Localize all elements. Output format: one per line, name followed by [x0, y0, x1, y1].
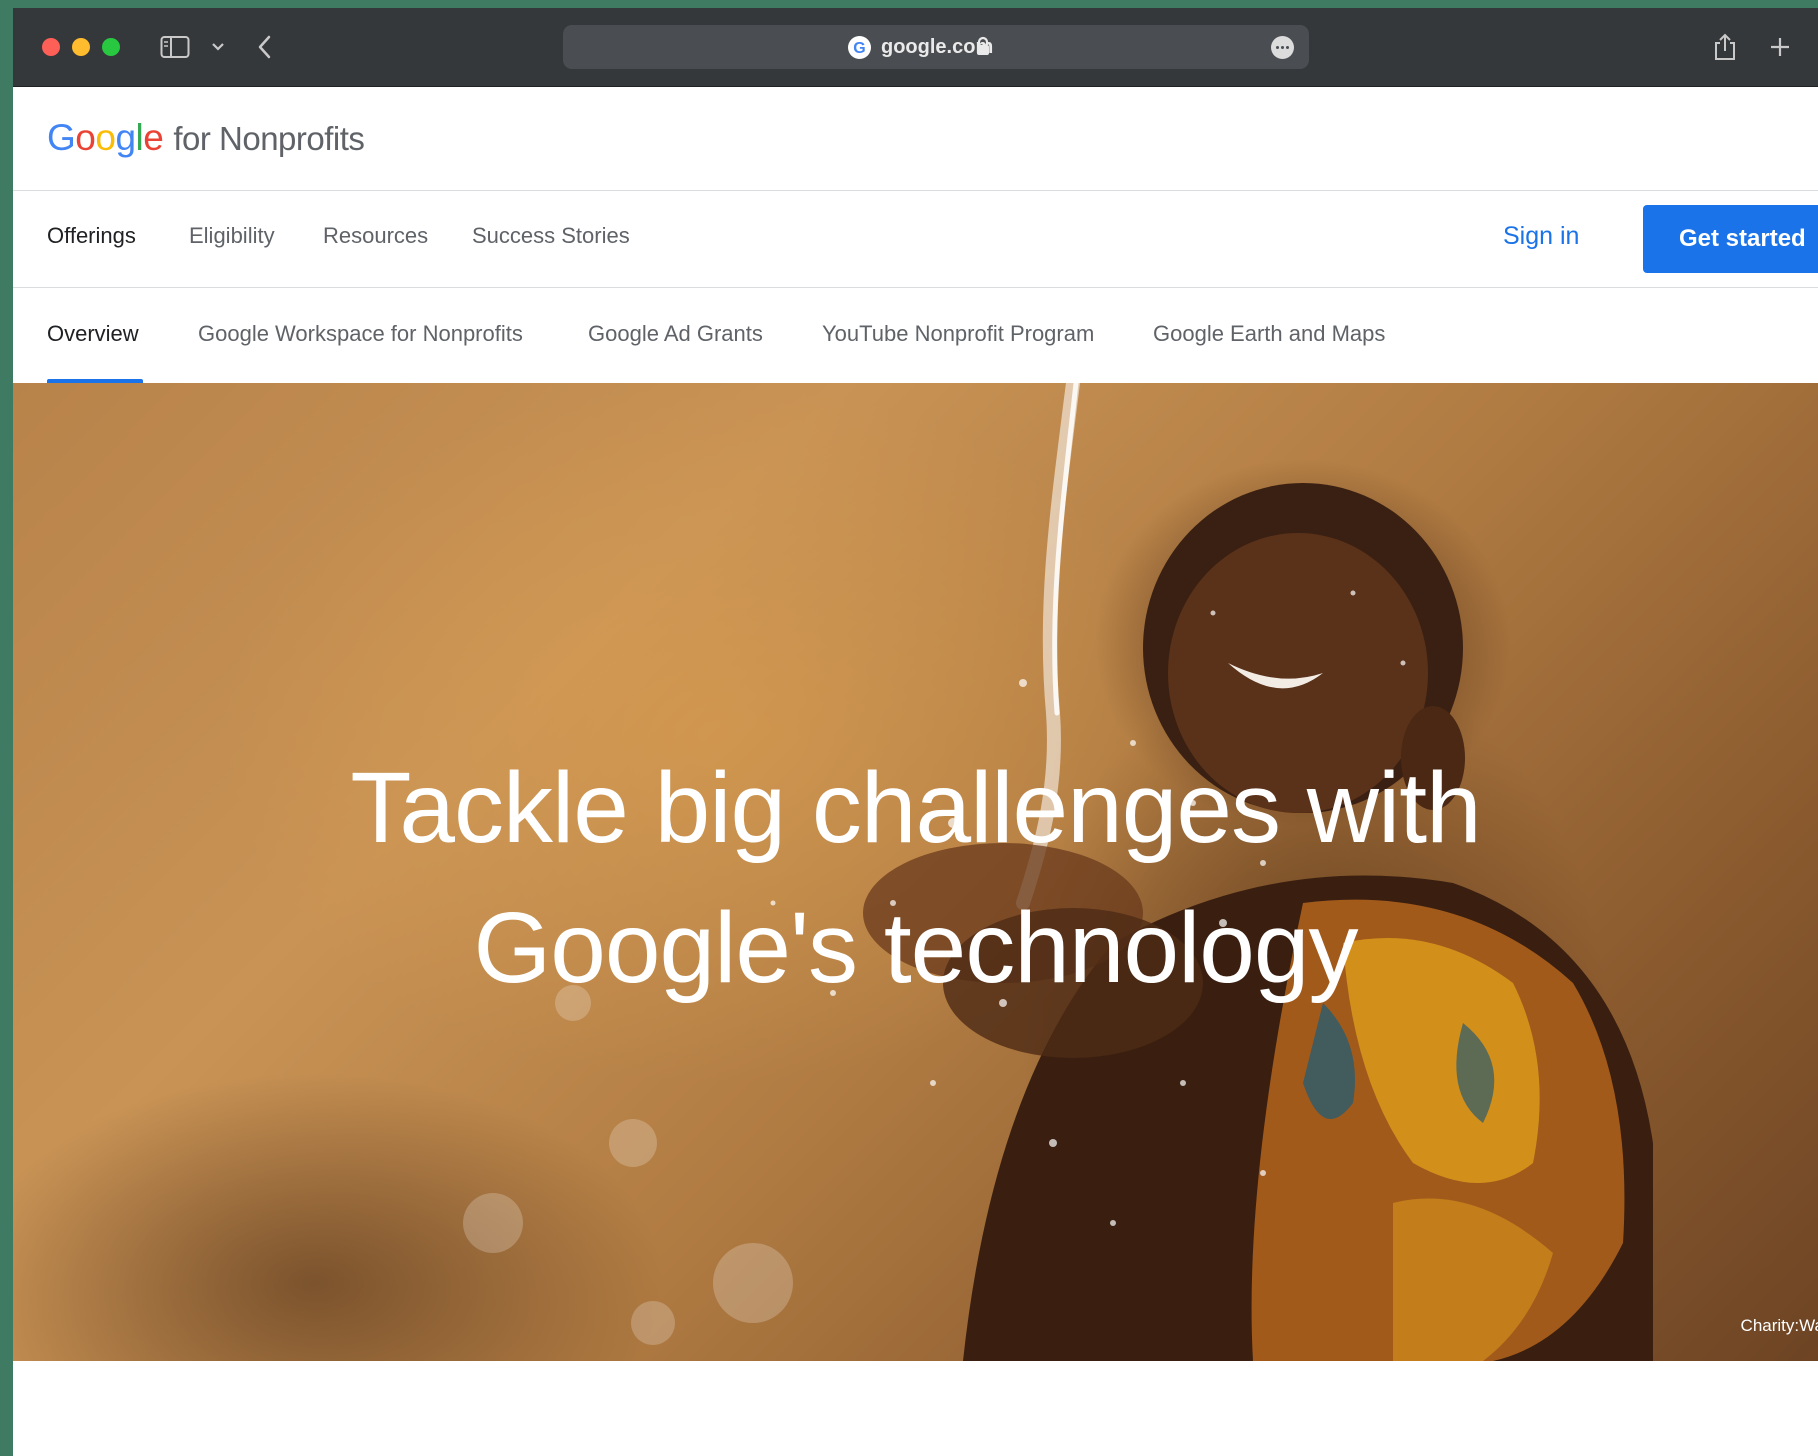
- back-icon[interactable]: [248, 30, 282, 64]
- logo-letter: o: [75, 117, 96, 158]
- address-bar[interactable]: G google.com: [563, 25, 1309, 69]
- logo-letter: o: [95, 117, 116, 158]
- zoom-window-button[interactable]: [102, 38, 120, 56]
- browser-toolbar: G google.com: [13, 8, 1818, 87]
- tab-google-workspace[interactable]: Google Workspace for Nonprofits: [198, 321, 523, 347]
- hero-title: Tackle big challenges with Google's tech…: [13, 738, 1818, 1018]
- get-started-button[interactable]: Get started: [1643, 205, 1818, 273]
- tab-youtube-nonprofit[interactable]: YouTube Nonprofit Program: [822, 321, 1094, 347]
- lock-icon: [975, 36, 991, 63]
- share-icon[interactable]: [1708, 30, 1742, 64]
- hero-banner: Tackle big challenges with Google's tech…: [13, 383, 1818, 1361]
- secondary-nav: Overview Google Workspace for Nonprofits…: [13, 288, 1818, 383]
- tab-overview[interactable]: Overview: [47, 321, 139, 347]
- logo-letter: G: [47, 117, 76, 158]
- tab-earth-and-maps[interactable]: Google Earth and Maps: [1153, 321, 1385, 347]
- new-tab-icon[interactable]: [1763, 30, 1797, 64]
- site-logo[interactable]: Google for Nonprofits: [47, 117, 365, 159]
- close-window-button[interactable]: [42, 38, 60, 56]
- tab-ad-grants[interactable]: Google Ad Grants: [588, 321, 763, 347]
- sidebar-icon[interactable]: [158, 30, 192, 64]
- hero-title-line-2: Google's technology: [473, 892, 1358, 1004]
- page-content-area: [13, 1361, 1818, 1456]
- google-favicon-icon: G: [848, 36, 871, 59]
- site-header: Google for Nonprofits: [13, 87, 1818, 191]
- browser-window: G google.com Google for Nonprofits Offer…: [13, 8, 1818, 1456]
- svg-text:G: G: [853, 40, 865, 57]
- nav-item-eligibility[interactable]: Eligibility: [189, 223, 275, 249]
- sign-in-link[interactable]: Sign in: [1503, 222, 1579, 251]
- nav-item-success-stories[interactable]: Success Stories: [472, 223, 630, 249]
- logo-letter: g: [115, 117, 136, 158]
- chevron-down-icon[interactable]: [201, 30, 235, 64]
- nav-item-offerings[interactable]: Offerings: [47, 223, 136, 249]
- brand-suffix: for Nonprofits: [173, 120, 365, 157]
- primary-nav: Offerings Eligibility Resources Success …: [13, 191, 1818, 288]
- more-icon[interactable]: [1271, 36, 1294, 59]
- hero-title-line-1: Tackle big challenges with: [350, 752, 1481, 864]
- minimize-window-button[interactable]: [72, 38, 90, 56]
- nav-item-resources[interactable]: Resources: [323, 223, 428, 249]
- logo-letter: e: [143, 117, 164, 158]
- google-logo: Google: [47, 117, 164, 159]
- photo-credit: Charity:Wa: [1740, 1316, 1818, 1335]
